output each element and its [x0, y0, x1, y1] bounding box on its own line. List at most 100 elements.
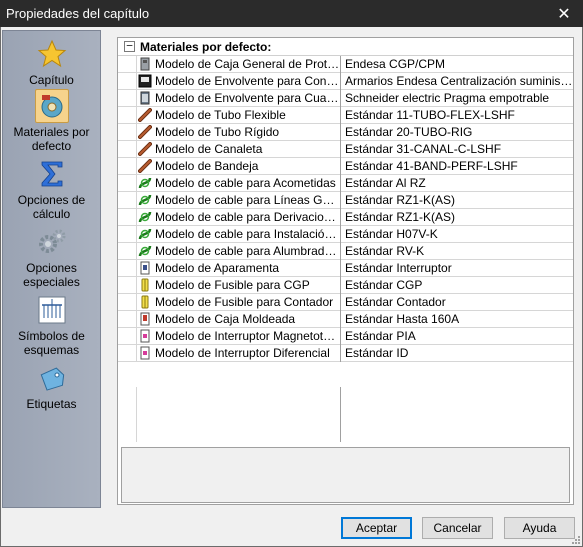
tube-icon	[138, 142, 152, 156]
group-header: − Materiales por defecto:	[118, 38, 573, 56]
table-row[interactable]: Modelo de cable para Derivaciones Indivi…	[118, 209, 573, 226]
grid-empty-space	[136, 387, 341, 442]
property-value[interactable]: Estándar RZ1-K(AS)	[341, 209, 573, 226]
property-name[interactable]: Modelo de Caja Moldeada	[136, 311, 341, 328]
property-value[interactable]: Estándar Interruptor	[341, 260, 573, 277]
property-name[interactable]: Modelo de cable para Acometidas	[136, 175, 341, 192]
fuse-icon	[138, 295, 152, 309]
sidebar-item-label: Etiquetas	[26, 397, 77, 411]
ok-button[interactable]: Aceptar	[341, 517, 412, 539]
cable-icon	[138, 227, 152, 241]
sidebar-item-etiquetas[interactable]: Etiquetas	[3, 361, 100, 411]
property-name[interactable]: Modelo de Canaleta	[136, 141, 341, 158]
property-value[interactable]: Endesa CGP/CPM	[341, 56, 573, 73]
sidebar-item-label: Símbolos de	[18, 329, 85, 343]
property-name[interactable]: Modelo de Fusible para CGP	[136, 277, 341, 294]
property-value[interactable]: Armarios Endesa Centralización suministr…	[341, 73, 573, 90]
property-name[interactable]: Modelo de Tubo Flexible	[136, 107, 341, 124]
table-row[interactable]: Modelo de Aparamenta Estándar Interruptor	[118, 260, 573, 277]
cable-icon	[138, 244, 152, 258]
sidebar-item-label-2: defecto	[31, 139, 72, 153]
property-rows: Modelo de Caja General de ProtecciónEnde…	[118, 56, 573, 362]
collapse-toggle[interactable]: −	[124, 40, 135, 52]
table-row[interactable]: Modelo de Interruptor Magnetotérmico Está…	[118, 328, 573, 345]
property-name[interactable]: Modelo de cable para Derivaciones Indivi…	[136, 209, 341, 226]
property-value[interactable]: Estándar H07V-K	[341, 226, 573, 243]
property-name[interactable]: Modelo de Tubo Rígido	[136, 124, 341, 141]
cancel-button[interactable]: Cancelar	[422, 517, 493, 539]
close-button[interactable]: ✕	[545, 0, 583, 27]
sidebar-item-calculo[interactable]: Opciones de cálculo	[3, 157, 100, 221]
cgp-box-icon	[138, 57, 152, 71]
table-row[interactable]: Modelo de Canaleta Estándar 31-CANAL-C-LS…	[118, 141, 573, 158]
switchgear-icon	[138, 261, 152, 275]
property-name[interactable]: Modelo de Fusible para Contador	[136, 294, 341, 311]
property-value[interactable]: Estándar PIA	[341, 328, 573, 345]
property-name[interactable]: Modelo de Bandeja	[136, 158, 341, 175]
title-bar: Propiedades del capítulo ✕	[0, 0, 583, 27]
property-value[interactable]: Estándar 20-TUBO-RIG	[341, 124, 573, 141]
table-row[interactable]: Modelo de Caja General de ProtecciónEnde…	[118, 56, 573, 73]
table-row[interactable]: Modelo de Tubo Flexible Estándar 11-TUBO-…	[118, 107, 573, 124]
table-row[interactable]: Modelo de Envolvente para ContadoresArma…	[118, 73, 573, 90]
property-value[interactable]: Estándar 31-CANAL-C-LSHF	[341, 141, 573, 158]
help-button[interactable]: Ayuda	[504, 517, 575, 539]
sidebar-item-especiales[interactable]: Opciones especiales	[3, 225, 100, 289]
table-row[interactable]: Modelo de Fusible para CGP Estándar CGP	[118, 277, 573, 294]
cable-icon	[138, 210, 152, 224]
sidebar-item-simbolos[interactable]: Símbolos de esquemas	[3, 293, 100, 357]
sidebar-item-capitulo[interactable]: Capítulo	[3, 37, 100, 87]
resize-grip-icon[interactable]	[570, 534, 580, 544]
property-name[interactable]: Modelo de Interruptor Diferencial	[136, 345, 341, 362]
property-name[interactable]: Modelo de cable para Líneas Generales	[136, 192, 341, 209]
tube-icon	[138, 159, 152, 173]
group-title: Materiales por defecto:	[140, 40, 272, 54]
dialog-body: Capítulo Materiales por defecto Opciones…	[0, 27, 583, 547]
gears-icon	[35, 225, 69, 259]
property-value[interactable]: Estándar Al RZ	[341, 175, 573, 192]
property-value[interactable]: Schneider electric Pragma empotrable	[341, 90, 573, 107]
table-row[interactable]: Modelo de Caja Moldeada Estándar Hasta 16…	[118, 311, 573, 328]
table-row[interactable]: Modelo de Tubo Rígido Estándar 20-TUBO-RI…	[118, 124, 573, 141]
tube-icon	[138, 125, 152, 139]
tag-icon	[35, 361, 69, 395]
table-row[interactable]: Modelo de cable para Instalación Interio…	[118, 226, 573, 243]
sigma-icon	[35, 157, 69, 191]
property-name[interactable]: Modelo de Envolvente para Contadores	[136, 73, 341, 90]
sidebar: Capítulo Materiales por defecto Opciones…	[2, 30, 101, 508]
property-name[interactable]: Modelo de cable para Instalación Interio…	[136, 226, 341, 243]
table-row[interactable]: Modelo de Interruptor Diferencial Estánda…	[118, 345, 573, 362]
property-name[interactable]: Modelo de Envolvente para Cuadros	[136, 90, 341, 107]
window-title: Propiedades del capítulo	[6, 6, 150, 21]
property-value[interactable]: Estándar RV-K	[341, 243, 573, 260]
molded-case-icon	[138, 312, 152, 326]
property-value[interactable]: Estándar 11-TUBO-FLEX-LSHF	[341, 107, 573, 124]
property-value[interactable]: Estándar 41-BAND-PERF-LSHF	[341, 158, 573, 175]
tube-icon	[138, 108, 152, 122]
property-value[interactable]: Estándar CGP	[341, 277, 573, 294]
sidebar-item-label-2: cálculo	[32, 207, 71, 221]
property-grid: − Materiales por defecto: Modelo de Caja…	[117, 37, 574, 505]
table-row[interactable]: Modelo de cable para Alumbrado ExteriorE…	[118, 243, 573, 260]
table-row[interactable]: Modelo de Fusible para Contador Estándar …	[118, 294, 573, 311]
table-row[interactable]: Modelo de Bandeja Estándar 41-BAND-PERF-L…	[118, 158, 573, 175]
sidebar-item-label: Opciones	[26, 261, 77, 275]
property-value[interactable]: Estándar RZ1-K(AS)	[341, 192, 573, 209]
sidebar-item-materiales[interactable]: Materiales por defecto	[3, 89, 100, 153]
table-row[interactable]: Modelo de cable para Líneas GeneralesEst…	[118, 192, 573, 209]
property-value[interactable]: Estándar ID	[341, 345, 573, 362]
sidebar-item-label: Capítulo	[29, 73, 74, 87]
schema-symbol-icon	[35, 293, 69, 327]
table-row[interactable]: Modelo de cable para Acometidas Estándar …	[118, 175, 573, 192]
property-name[interactable]: Modelo de Caja General de Protección	[136, 56, 341, 73]
sidebar-item-label-2: esquemas	[23, 343, 80, 357]
property-name[interactable]: Modelo de Aparamenta	[136, 260, 341, 277]
property-value[interactable]: Estándar Hasta 160A	[341, 311, 573, 328]
meter-enclosure-icon	[138, 74, 152, 88]
property-value[interactable]: Estándar Contador	[341, 294, 573, 311]
sidebar-item-label: Materiales por	[13, 125, 90, 139]
table-row[interactable]: Modelo de Envolvente para Cuadros Schneid…	[118, 90, 573, 107]
sidebar-item-label-2: especiales	[23, 275, 80, 289]
property-name[interactable]: Modelo de Interruptor Magnetotérmico	[136, 328, 341, 345]
property-name[interactable]: Modelo de cable para Alumbrado Exterior	[136, 243, 341, 260]
